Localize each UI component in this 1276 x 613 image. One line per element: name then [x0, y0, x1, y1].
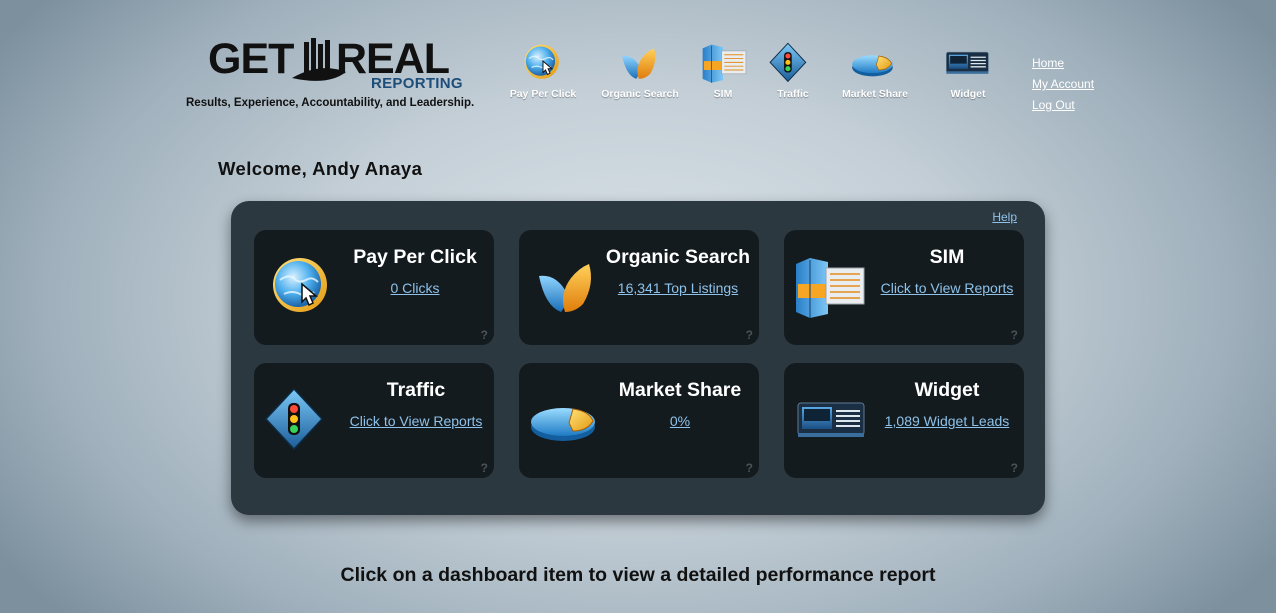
leaf-icon [614, 42, 666, 84]
pie-chart-icon [849, 42, 901, 84]
tile-market-share[interactable]: Market Share 0% ? [519, 363, 759, 478]
tile-sim[interactable]: SIM Click to View Reports ? [784, 230, 1024, 345]
help-link[interactable]: Help [992, 210, 1017, 224]
globe-cursor-icon [264, 254, 340, 320]
tile-title: Organic Search [605, 246, 751, 268]
sim-panels-icon [697, 42, 749, 84]
tile-link[interactable]: 0 Clicks [346, 280, 484, 296]
tile-link[interactable]: Click to View Reports [872, 280, 1022, 296]
welcome-heading: Welcome, Andy Anaya [218, 158, 423, 179]
logout-link[interactable]: Log Out [1032, 95, 1094, 116]
traffic-light-icon [767, 42, 819, 84]
traffic-light-icon [264, 387, 340, 453]
my-account-link[interactable]: My Account [1032, 74, 1094, 95]
tile-organic-search[interactable]: Organic Search 16,341 Top Listings ? [519, 230, 759, 345]
pie-chart-icon [529, 387, 605, 453]
nav-label: Widget [950, 88, 986, 100]
tile-help-icon[interactable]: ? [1011, 328, 1018, 342]
nav-market-share[interactable]: Market Share [825, 42, 925, 100]
home-link[interactable]: Home [1032, 53, 1094, 74]
tile-widget[interactable]: Widget 1,089 Widget Leads ? [784, 363, 1024, 478]
logo-tagline: Results, Experience, Accountability, and… [186, 97, 475, 109]
tile-title: Widget [914, 379, 980, 401]
tile-title: Traffic [386, 379, 446, 401]
dashboard-panel: Help Pay Per Click 0 Clicks ? Organic Se… [231, 201, 1045, 515]
footer-instruction: Click on a dashboard item to view a deta… [340, 564, 936, 586]
nav-pay-per-click[interactable]: Pay Per Click [493, 42, 593, 100]
nav-label: Pay Per Click [509, 88, 577, 100]
tile-title: SIM [929, 246, 965, 268]
tile-link[interactable]: 0% [607, 413, 753, 429]
widget-screen-icon [794, 387, 870, 453]
nav-widget[interactable]: Widget [918, 42, 1018, 100]
tile-title: Pay Per Click [353, 246, 477, 268]
tile-help-icon[interactable]: ? [481, 461, 488, 475]
leaf-icon [529, 254, 605, 320]
nav-label: Market Share [842, 88, 908, 100]
sim-panels-icon [790, 254, 866, 320]
tile-help-icon[interactable]: ? [746, 328, 753, 342]
get-real-logo[interactable]: GET REAL REPORTING Results, Experience, … [186, 36, 476, 116]
tile-traffic[interactable]: Traffic Click to View Reports ? [254, 363, 494, 478]
tile-link[interactable]: 16,341 Top Listings [603, 280, 753, 296]
widget-screen-icon [942, 42, 994, 84]
tile-title: Market Share [618, 379, 742, 401]
tile-help-icon[interactable]: ? [746, 461, 753, 475]
tile-help-icon[interactable]: ? [481, 328, 488, 342]
tile-pay-per-click[interactable]: Pay Per Click 0 Clicks ? [254, 230, 494, 345]
logo-word-get: GET [208, 35, 294, 83]
tile-link[interactable]: Click to View Reports [342, 413, 490, 429]
globe-cursor-icon [517, 42, 569, 84]
account-links: Home My Account Log Out [1032, 53, 1094, 116]
tile-link[interactable]: 1,089 Widget Leads [872, 413, 1022, 429]
tile-help-icon[interactable]: ? [1011, 461, 1018, 475]
logo-subtitle: REPORTING [371, 75, 463, 92]
